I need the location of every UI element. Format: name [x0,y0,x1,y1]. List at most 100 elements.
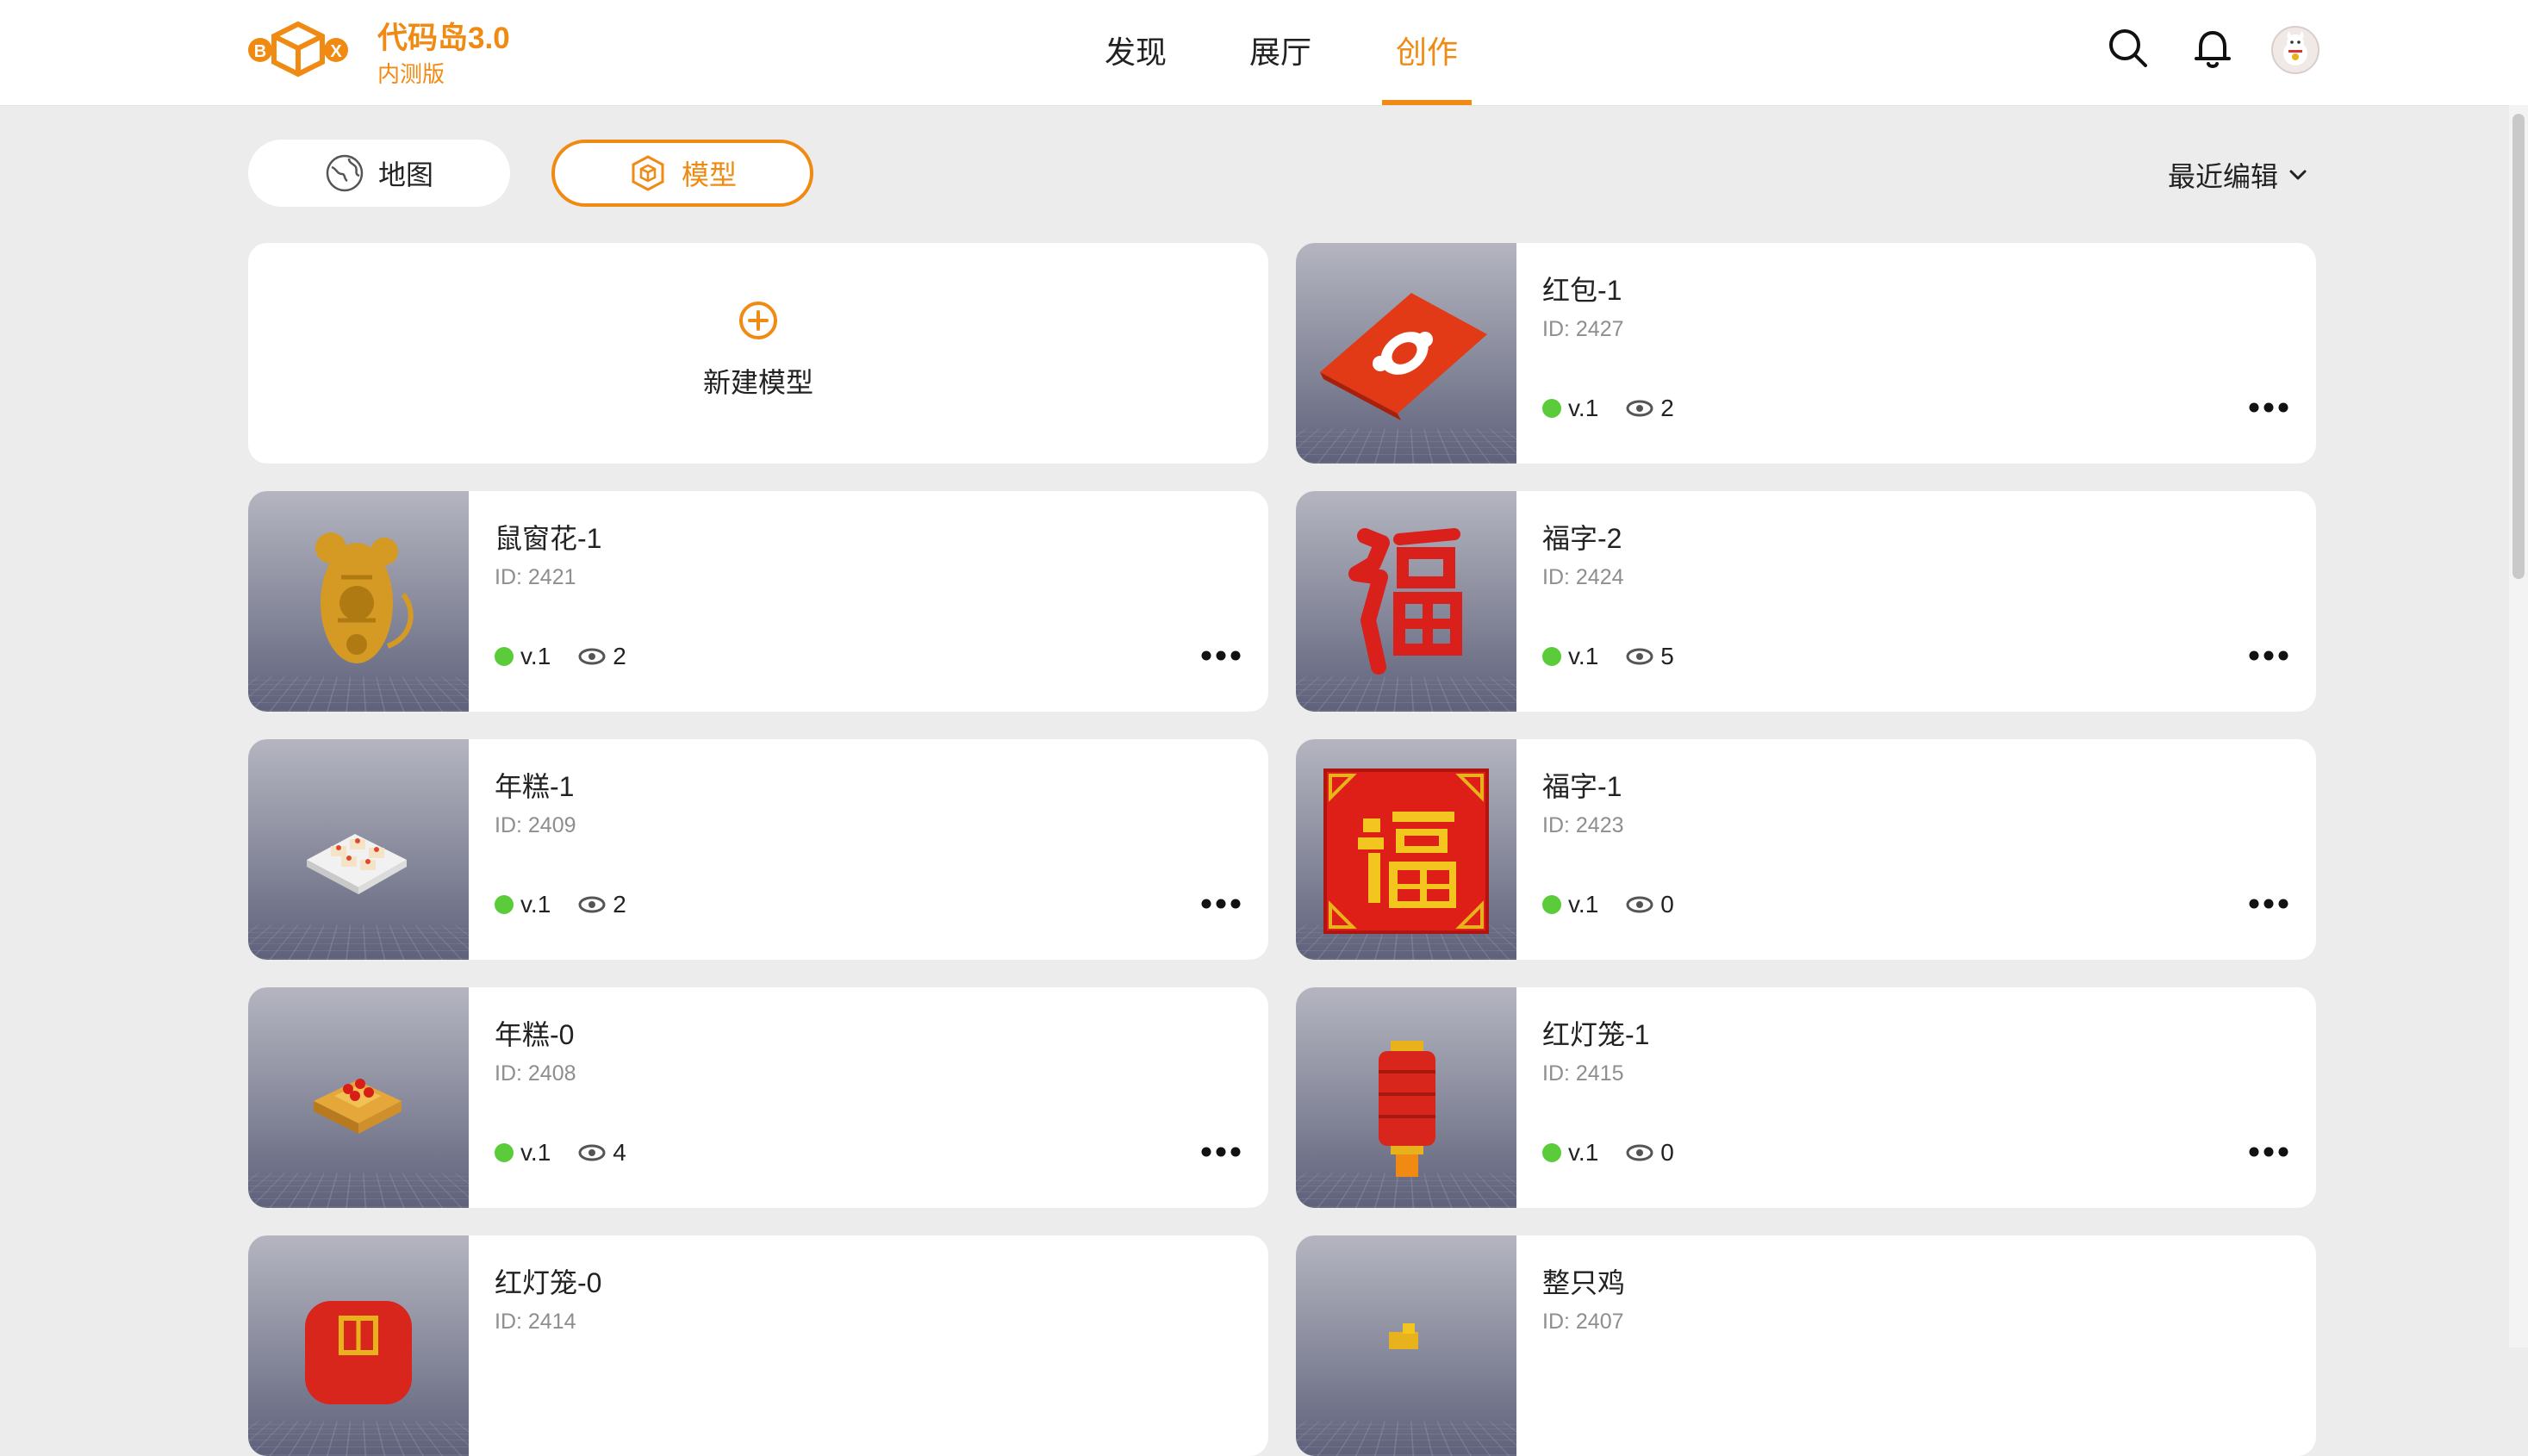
scrollbar-thumb[interactable] [2512,114,2525,579]
top-navigation-bar: B X 代码岛3.0 内测版 发现 展厅 创作 [0,0,2528,106]
eye-icon [578,1144,606,1161]
model-card[interactable]: 福字-2 ID: 2424 v.1 5 [1296,491,2316,712]
red-lantern-model-icon [1379,1041,1435,1177]
model-id: ID: 2421 [495,565,576,589]
tab-gallery[interactable]: 展厅 [1249,28,1311,105]
more-options-icon[interactable] [2247,643,2290,669]
whole-chicken-model-icon [1389,1323,1418,1349]
search-icon[interactable] [2104,24,2152,72]
filter-model-label: 模型 [681,159,737,190]
model-title: 福字-2 [1542,523,1622,554]
views-count: 2 [1626,395,1674,422]
views-count: 0 [1626,1139,1674,1167]
add-circle-icon [739,302,777,339]
more-options-icon[interactable] [2247,395,2290,420]
model-cube-icon [632,155,664,191]
views-count: 2 [578,891,626,918]
tab-discover[interactable]: 发现 [1105,28,1167,105]
brand-title: 代码岛3.0 [377,22,510,55]
fu-calligraphy-model-icon [1348,528,1462,675]
model-thumbnail [1296,739,1516,960]
version-label: v.1 [1568,643,1599,669]
model-thumbnail [248,739,469,960]
views-count: 5 [1626,643,1674,670]
model-meta: v.1 5 [1542,643,1674,670]
bell-icon[interactable] [2189,24,2237,72]
model-id: ID: 2415 [1542,1061,1624,1086]
more-options-icon[interactable] [1199,643,1242,669]
logo-letter-x: X [330,42,342,61]
model-id: ID: 2424 [1542,565,1624,589]
bx-logo-icon[interactable]: B X [248,19,348,79]
model-id: ID: 2407 [1542,1310,1624,1334]
views-value: 0 [1660,891,1674,918]
version-label: v.1 [1568,891,1599,918]
sort-label: 最近编辑 [2168,161,2279,192]
more-options-icon[interactable] [2247,1139,2290,1165]
model-id: ID: 2408 [495,1061,576,1086]
tab-discover-label: 发现 [1105,34,1167,70]
eye-icon [578,896,606,913]
eye-icon [1626,1144,1653,1161]
views-value: 4 [613,1139,626,1166]
model-meta: v.1 0 [1542,1139,1674,1167]
new-model-label: 新建模型 [702,367,813,398]
model-id: ID: 2409 [495,813,576,837]
views-count: 0 [1626,891,1674,918]
model-meta: v.1 0 [1542,891,1674,918]
model-card[interactable]: 红灯笼-1 ID: 2415 v.1 0 [1296,987,2316,1208]
new-model-card[interactable]: 新建模型 [248,243,1268,464]
views-value: 2 [613,891,626,918]
views-value: 2 [613,643,626,669]
model-id: ID: 2423 [1542,813,1624,837]
model-title: 福字-1 [1542,771,1622,802]
model-card[interactable]: 福字-1 ID: 2423 v.1 0 [1296,739,2316,960]
version-label: v.1 [520,891,551,918]
model-card[interactable]: 整只鸡 ID: 2407 [1296,1235,2316,1456]
version-label: v.1 [520,643,551,669]
model-title: 鼠窗花-1 [495,523,602,554]
filter-map-label: 地图 [377,159,433,190]
more-options-icon[interactable] [1199,891,1242,917]
tab-gallery-label: 展厅 [1249,34,1312,70]
status-dot [1542,647,1561,666]
model-card[interactable]: 鼠窗花-1 ID: 2421 v.1 2 [248,491,1268,712]
eye-icon [1626,400,1653,417]
tab-create[interactable]: 创作 [1382,28,1472,105]
model-card[interactable]: 年糕-1 ID: 2409 v.1 2 [248,739,1268,960]
red-envelope-model-icon [1320,293,1487,420]
model-thumbnail [1296,243,1516,464]
more-options-icon[interactable] [1199,1139,1242,1165]
more-options-icon[interactable] [2247,891,2290,917]
model-card[interactable]: 年糕-0 ID: 2408 v.1 4 [248,987,1268,1208]
user-avatar[interactable] [2271,26,2319,74]
lucky-cat-avatar-icon [2283,31,2307,65]
brand-subtitle: 内测版 [377,61,445,87]
model-title: 整只鸡 [1542,1267,1626,1298]
model-meta: v.1 2 [495,891,626,918]
status-dot [1542,895,1561,914]
sort-dropdown[interactable]: 最近编辑 [2168,155,2311,195]
model-card[interactable]: 红包-1 ID: 2427 v.1 2 [1296,243,2316,464]
model-title: 年糕-1 [495,771,575,802]
status-dot [495,647,514,666]
model-id: ID: 2414 [495,1310,576,1334]
eye-icon [578,648,606,665]
views-count: 4 [578,1139,626,1167]
status-dot [495,895,514,914]
model-thumbnail [1296,987,1516,1208]
eye-icon [1626,896,1653,913]
filter-model-button[interactable]: 模型 [551,140,813,207]
model-title: 红包-1 [1542,275,1622,306]
version-label: v.1 [520,1139,551,1166]
model-card[interactable]: 红灯笼-0 ID: 2414 [248,1235,1268,1456]
version-label: v.1 [1568,1139,1599,1166]
filter-map-button[interactable]: 地图 [248,140,510,207]
model-thumbnail [248,491,469,712]
status-dot [1542,399,1561,418]
version-label: v.1 [1568,395,1599,421]
model-meta: v.1 2 [1542,395,1674,422]
model-thumbnail [1296,491,1516,712]
eye-icon [1626,648,1653,665]
tab-create-label: 创作 [1395,34,1458,70]
